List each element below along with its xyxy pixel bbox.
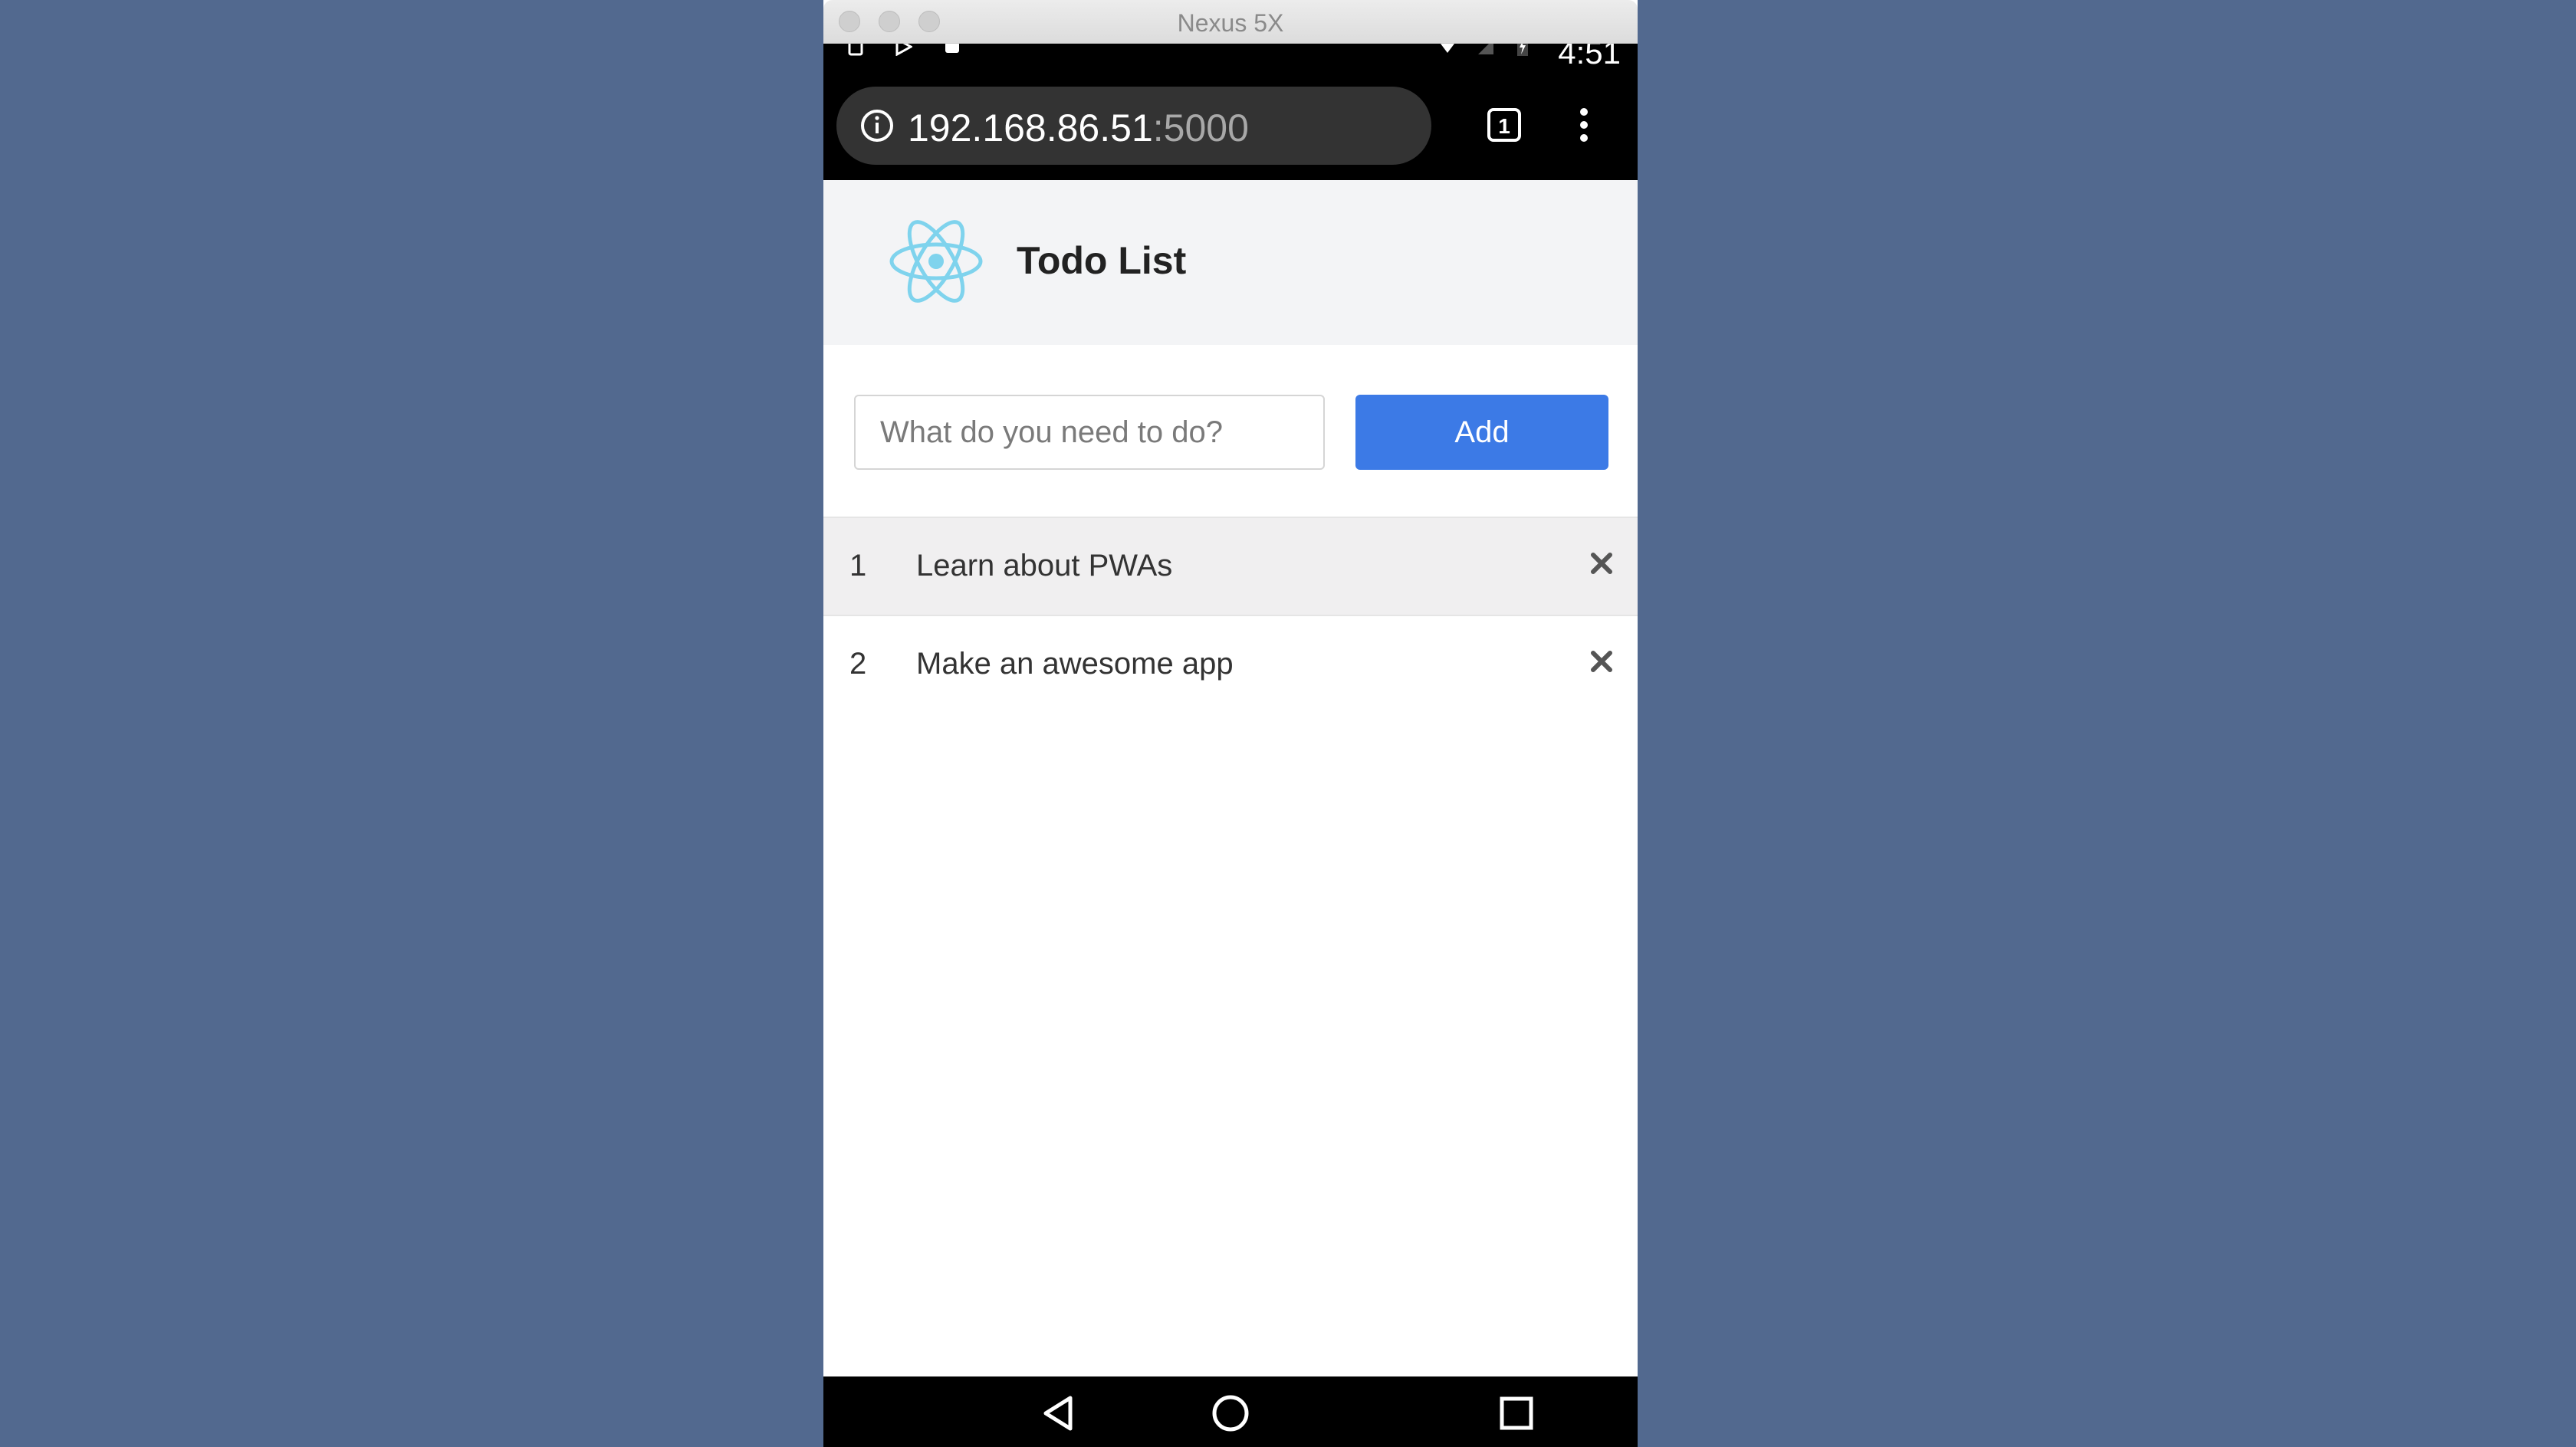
emulator-window: Nexus 5X 4:51 192.168.86.51:5000 1 Todo … — [823, 0, 1638, 1447]
battery-charging-icon — [1517, 44, 1528, 56]
app-title: Todo List — [1017, 239, 1187, 282]
delete-icon[interactable] — [1590, 552, 1613, 575]
play-store-icon — [895, 44, 912, 56]
todo-text: Make an awesome app — [916, 647, 1234, 681]
browser-toolbar: 192.168.86.51:5000 1 — [823, 65, 1638, 180]
sim-card-icon — [848, 44, 863, 56]
android-nav-bar — [823, 1376, 1638, 1447]
url-host: 192.168.86.51 — [908, 107, 1153, 149]
url-port: :5000 — [1152, 107, 1249, 149]
todo-item[interactable]: 1 Learn about PWAs — [823, 517, 1638, 615]
wifi-icon — [1441, 44, 1454, 53]
todo-list: 1 Learn about PWAs 2 Make an awesome app — [823, 517, 1638, 713]
back-icon[interactable] — [1038, 1393, 1078, 1433]
todo-number: 1 — [849, 549, 867, 582]
recents-icon[interactable] — [1497, 1393, 1536, 1433]
android-status-bar: 4:51 — [823, 44, 1638, 65]
url-text[interactable]: 192.168.86.51:5000 — [908, 106, 1249, 150]
address-bar[interactable]: 192.168.86.51:5000 — [836, 87, 1431, 165]
status-clock: 4:51 — [1558, 44, 1621, 65]
window-titlebar: Nexus 5X — [823, 0, 1638, 44]
tab-switcher-button[interactable]: 1 — [1486, 107, 1523, 143]
overflow-menu-icon[interactable] — [1576, 107, 1592, 143]
window-title: Nexus 5X — [1177, 9, 1284, 37]
add-button[interactable]: Add — [1355, 395, 1608, 470]
react-logo-icon — [889, 220, 983, 303]
app-header: Todo List — [823, 180, 1638, 345]
android-icon — [945, 44, 959, 53]
todo-item[interactable]: 2 Make an awesome app — [823, 615, 1638, 713]
tab-count: 1 — [1498, 114, 1510, 138]
signal-icon — [1478, 44, 1493, 54]
delete-icon[interactable] — [1590, 650, 1613, 673]
todo-number: 2 — [849, 647, 867, 681]
todo-text: Learn about PWAs — [916, 549, 1173, 582]
todo-input[interactable] — [854, 395, 1325, 470]
info-icon[interactable] — [859, 108, 895, 143]
home-icon[interactable] — [1211, 1393, 1250, 1433]
